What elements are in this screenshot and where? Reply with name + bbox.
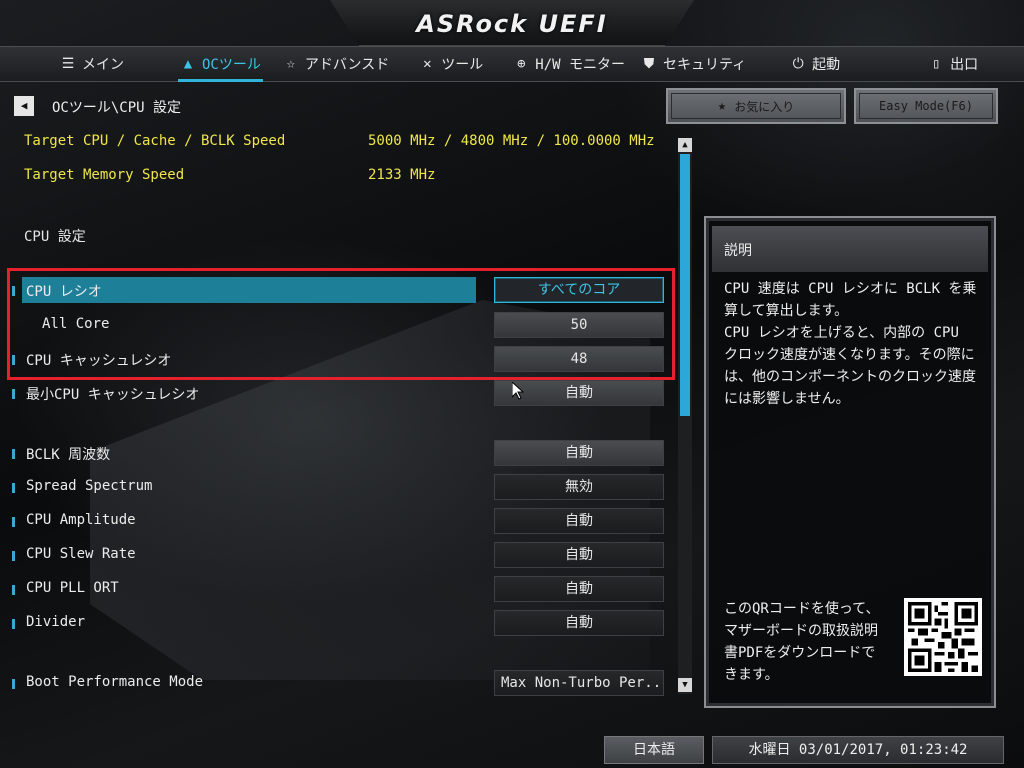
- exit-icon: ▯: [931, 56, 941, 72]
- tab-label: セキュリティ: [663, 57, 747, 73]
- setting-label: CPU Amplitude: [26, 512, 136, 528]
- shield-icon: ⛊: [643, 56, 655, 72]
- scroll-down-icon[interactable]: ▼: [678, 678, 692, 692]
- qr-caption: このQRコードを使って、マザーボードの取扱説明書PDFをダウンロードできます。: [724, 601, 880, 683]
- breadcrumb: OCツール\CPU 設定: [52, 100, 182, 116]
- scroll-up-icon[interactable]: ▲: [678, 138, 692, 152]
- tab-main[interactable]: ☰ メイン: [52, 46, 132, 82]
- favorites-button[interactable]: ★ お気に入り: [666, 88, 846, 124]
- setting-label: Boot Performance Mode: [26, 674, 204, 690]
- description-panel: 説明 CPU 速度は CPU レシオに BCLK を乗算して算出します。 CPU…: [704, 216, 996, 708]
- setting-value-dropdown[interactable]: 自動: [494, 542, 664, 568]
- tab-label: ツール: [441, 57, 484, 73]
- star-icon: ☆: [286, 56, 296, 72]
- header: ASRock UEFI: [0, 0, 1024, 46]
- highlight-box: [7, 268, 675, 380]
- easy-mode-label: Easy Mode(F6): [879, 99, 973, 113]
- tab-exit[interactable]: ▯ 出口: [920, 46, 986, 82]
- crosshair-icon: ⊕: [517, 56, 526, 72]
- tab-label: H/W モニター: [535, 57, 625, 73]
- setting-marker: [12, 517, 15, 527]
- scrollbar-thumb[interactable]: [680, 154, 690, 416]
- setting-marker: [12, 679, 15, 689]
- setting-cpu-pll-ort[interactable]: CPU PLL ORT 自動: [0, 576, 670, 602]
- setting-marker: [12, 551, 15, 561]
- back-arrow-icon[interactable]: ◀: [14, 96, 34, 116]
- star-icon: ★: [717, 98, 727, 114]
- setting-value-dropdown[interactable]: 無効: [494, 474, 664, 500]
- tools-icon: ✕: [423, 56, 432, 72]
- section-title: CPU 設定: [24, 229, 86, 245]
- setting-cpu-amplitude[interactable]: CPU Amplitude 自動: [0, 508, 670, 534]
- setting-label: CPU PLL ORT: [26, 580, 119, 596]
- setting-label: BCLK 周波数: [26, 447, 111, 463]
- main-nav: ☰ メイン ▲ OCツール ☆ アドバンスド ✕ ツール ⊕ H/W モニター …: [0, 46, 1024, 82]
- easy-mode-button[interactable]: Easy Mode(F6): [854, 88, 998, 124]
- favorites-label: お気に入り: [734, 99, 795, 114]
- tab-tool[interactable]: ✕ ツール: [411, 46, 491, 82]
- setting-marker: [12, 389, 15, 399]
- tab-label: 出口: [950, 57, 979, 73]
- setting-label: 最小CPU キャッシュレシオ: [26, 387, 200, 403]
- setting-marker: [12, 483, 15, 493]
- setting-marker: [12, 585, 15, 595]
- setting-label: Divider: [26, 614, 86, 630]
- setting-bclk-frequency[interactable]: BCLK 周波数 自動: [0, 440, 670, 466]
- setting-value-dropdown[interactable]: 自動: [494, 610, 664, 636]
- description-header: [712, 226, 988, 272]
- tab-oc-tweaker[interactable]: ▲ OCツール: [172, 46, 269, 82]
- tab-label: OCツール: [202, 57, 261, 73]
- mouse-cursor-icon: [512, 382, 524, 400]
- target-memory-value: 2133 MHz: [368, 167, 436, 183]
- tab-advanced[interactable]: ☆ アドバンスド: [275, 46, 397, 82]
- setting-divider[interactable]: Divider 自動: [0, 610, 670, 636]
- qr-code-icon: [904, 598, 982, 676]
- target-cpu-label: Target CPU / Cache / BCLK Speed: [24, 133, 286, 149]
- setting-marker: [12, 619, 15, 629]
- brand-logo: ASRock UEFI: [416, 10, 608, 38]
- language-button[interactable]: 日本語: [604, 736, 704, 764]
- tab-hw-monitor[interactable]: ⊕ H/W モニター: [505, 46, 633, 82]
- setting-cpu-slew-rate[interactable]: CPU Slew Rate 自動: [0, 542, 670, 568]
- tab-label: メイン: [82, 57, 124, 73]
- setting-label: Spread Spectrum: [26, 478, 153, 494]
- rocket-icon: ▲: [183, 56, 193, 72]
- setting-boot-performance-mode[interactable]: Boot Performance Mode Max Non-Turbo Per.…: [0, 670, 670, 696]
- description-body: CPU 速度は CPU レシオに BCLK を乗算して算出します。 CPU レシ…: [724, 281, 977, 407]
- target-memory-label: Target Memory Speed: [24, 167, 185, 183]
- datetime-display: 水曜日 03/01/2017, 01:23:42: [712, 736, 1004, 764]
- target-cpu-value: 5000 MHz / 4800 MHz / 100.0000 MHz: [368, 133, 655, 149]
- description-title: 説明: [724, 243, 752, 259]
- tab-label: 起動: [812, 57, 841, 73]
- power-icon: ⏻: [792, 56, 804, 72]
- tab-label: アドバンスド: [304, 57, 390, 73]
- setting-value-dropdown[interactable]: 自動: [494, 576, 664, 602]
- setting-min-cpu-cache-ratio[interactable]: 最小CPU キャッシュレシオ 自動: [0, 380, 670, 406]
- setting-value-dropdown[interactable]: 自動: [494, 508, 664, 534]
- setting-value-field[interactable]: 自動: [494, 440, 664, 466]
- setting-label: CPU Slew Rate: [26, 546, 136, 562]
- setting-marker: [12, 449, 15, 459]
- list-icon: ☰: [61, 56, 75, 72]
- setting-spread-spectrum[interactable]: Spread Spectrum 無効: [0, 474, 670, 500]
- tab-boot[interactable]: ⏻ 起動: [782, 46, 848, 82]
- tab-security[interactable]: ⛊ セキュリティ: [633, 46, 754, 82]
- setting-value-dropdown[interactable]: Max Non-Turbo Per...: [494, 670, 664, 696]
